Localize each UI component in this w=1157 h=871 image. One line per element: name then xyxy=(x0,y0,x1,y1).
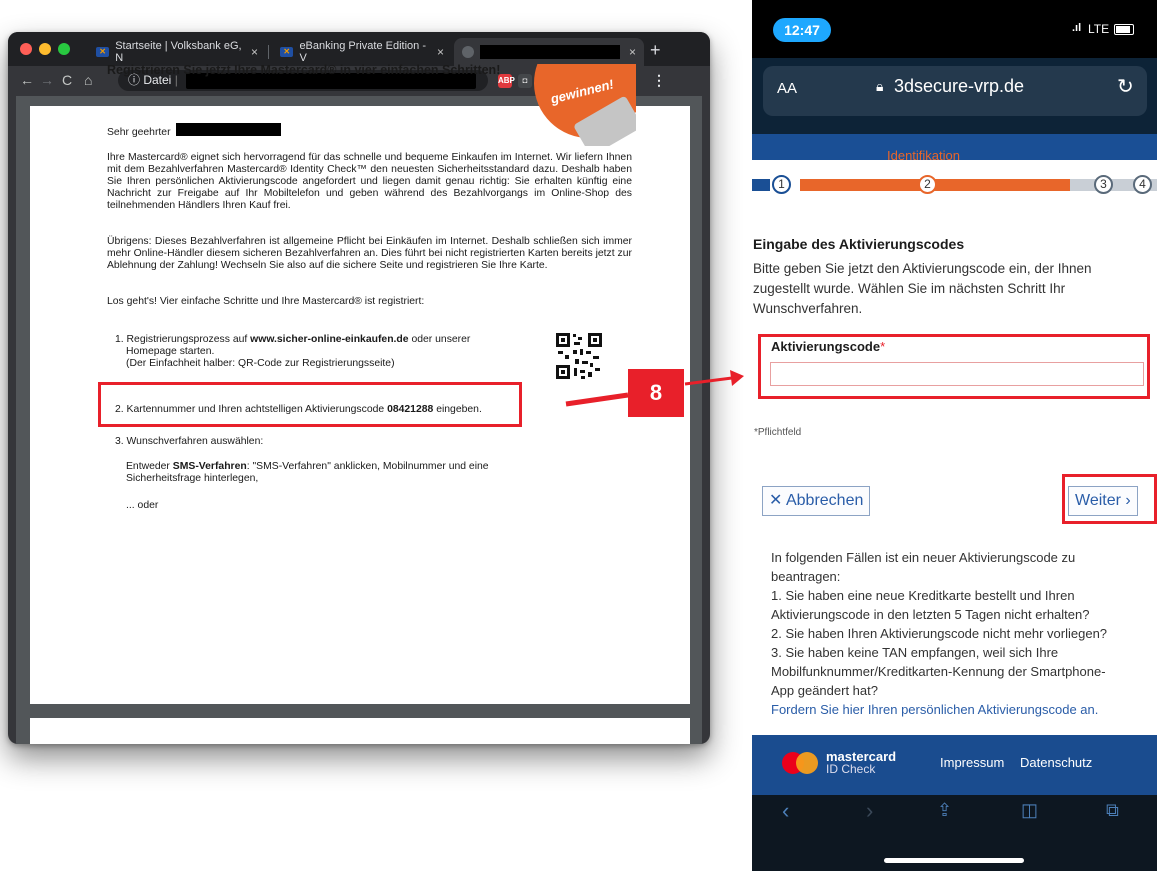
forward-arrow-icon[interactable]: → xyxy=(40,72,54,88)
adblock-extension-icon[interactable]: ABP xyxy=(498,74,515,88)
mastercard-logo-yellow xyxy=(796,752,818,774)
field-label-text: Aktivierungscode xyxy=(771,339,881,354)
step1-text-b: oder unserer xyxy=(411,334,471,345)
safari-domain: 3dsecure-vrp.de xyxy=(894,76,1025,96)
tab-ebanking[interactable]: ✕ eBanking Private Edition - V × xyxy=(272,38,452,66)
tab-close-icon[interactable]: × xyxy=(251,45,258,59)
step3-text-c: Sicherheitsfrage hinterlegen, xyxy=(126,473,259,484)
required-mark: * xyxy=(880,339,886,354)
close-window-button[interactable] xyxy=(20,43,32,55)
doc-paragraph-3: Los geht's! Vier einfache Schritte und I… xyxy=(107,296,425,307)
battery-icon xyxy=(1114,24,1134,35)
mastercard-brand: mastercard ID Check xyxy=(826,750,896,776)
doc-paragraph-2: Übrigens: Dieses Bezahlverfahren ist all… xyxy=(107,236,632,271)
tab-label: Startseite | Volksbank eG, N xyxy=(115,40,242,64)
salutation: Sehr geehrter xyxy=(107,127,171,139)
step-4-circle: 4 xyxy=(1133,175,1152,194)
tab-active[interactable]: × xyxy=(454,38,644,66)
info-line: Aktivierungscode in den letzten 5 Tagen … xyxy=(771,607,1090,622)
salutation-text: Sehr geehrter xyxy=(107,127,171,138)
arrow-to-badge xyxy=(565,392,629,407)
network-label: LTE xyxy=(1088,22,1110,36)
reload-icon[interactable]: C xyxy=(62,72,72,88)
info-list: In folgenden Fällen ist ein neuer Aktivi… xyxy=(771,548,1151,719)
info-line: Mobilfunknummer/Kreditkarten-Kennung der… xyxy=(771,664,1106,679)
step-3-circle: 3 xyxy=(1094,175,1113,194)
field-label: Aktivierungscode* xyxy=(771,339,885,354)
tab-separator xyxy=(268,45,269,59)
section-title: Eingabe des Aktivierungscodes xyxy=(753,236,965,252)
instructions: Bitte geben Sie jetzt den Aktivierungsco… xyxy=(753,261,1092,316)
step-3-or: ... oder xyxy=(126,500,159,511)
info-line: beantragen: xyxy=(771,569,841,584)
step-label: Identifikation xyxy=(887,148,960,163)
step1-text-d: (Der Einfachheit halber: QR-Code zur Reg… xyxy=(126,358,395,369)
share-icon[interactable]: ⇪ xyxy=(937,800,952,821)
doc-paragraph-1: Ihre Mastercard® eignet sich hervorragen… xyxy=(107,152,632,211)
volksbank-favicon-icon: ✕ xyxy=(280,47,294,57)
arrow-head-icon xyxy=(730,370,744,386)
globe-icon xyxy=(462,46,474,58)
maximize-window-button[interactable] xyxy=(58,43,70,55)
info-line: 3. Sie haben keine TAN empfangen, weil s… xyxy=(771,645,1059,660)
step3-text-b: : "SMS-Verfahren" anklicken, Mobilnummer… xyxy=(246,461,489,472)
step-number-badge: 8 xyxy=(628,369,684,417)
request-code-link[interactable]: Fordern Sie hier Ihren persönlichen Akti… xyxy=(771,700,1151,719)
info-line: 2. Sie haben Ihren Aktivierungscode nich… xyxy=(771,626,1108,641)
tab-close-icon[interactable]: × xyxy=(629,45,636,59)
step1-link[interactable]: www.sicher-online-einkaufen.de xyxy=(250,334,408,345)
new-tab-button[interactable]: + xyxy=(650,40,661,61)
step-1-circle: 1 xyxy=(772,175,791,194)
text-size-button[interactable]: AA xyxy=(777,80,797,97)
status-time: 12:47 xyxy=(773,18,831,42)
signal-icon: .ıl xyxy=(1072,22,1082,34)
highlight-step-2 xyxy=(98,382,522,427)
arrow-to-phone xyxy=(684,376,733,386)
bookmarks-icon[interactable]: ◫ xyxy=(1021,800,1038,821)
pdf-page-next xyxy=(30,718,690,744)
activation-code-input[interactable] xyxy=(770,362,1144,386)
tab-close-icon[interactable]: × xyxy=(437,45,444,59)
menu-icon[interactable]: ⋮ xyxy=(652,72,666,89)
lock-icon: 🔒︎ xyxy=(876,78,884,94)
doc-heading: Registrieren Sie jetzt Ihre Mastercard® … xyxy=(107,63,501,77)
sticker: gewinnen! xyxy=(528,64,636,146)
forward-icon[interactable]: › xyxy=(866,798,873,824)
back-arrow-icon[interactable]: ← xyxy=(20,72,34,88)
step-2-circle: 2 xyxy=(918,175,937,194)
step-3-option: Entweder SMS-Verfahren: "SMS-Verfahren" … xyxy=(126,461,546,485)
progress-done xyxy=(752,179,770,191)
tabs-icon[interactable]: ⧉ xyxy=(1106,800,1119,821)
cancel-button[interactable]: ✕ Abbrechen xyxy=(762,486,871,516)
next-button[interactable]: Weiter › xyxy=(1068,486,1138,516)
info-line: 1. Sie haben eine neue Kreditkarte beste… xyxy=(771,588,1075,603)
tab-volksbank[interactable]: ✕ Startseite | Volksbank eG, N × xyxy=(88,38,266,66)
impressum-link[interactable]: Impressum xyxy=(940,755,1004,770)
sms-method: SMS-Verfahren xyxy=(172,461,247,472)
brand-sub: ID Check xyxy=(826,762,876,776)
step-3: 3. Wunschverfahren auswählen: xyxy=(115,436,264,447)
redacted-name xyxy=(176,123,281,136)
required-note: *Pflichtfeld xyxy=(754,427,802,438)
back-icon[interactable]: ‹ xyxy=(782,798,789,824)
info-line: App geändert hat? xyxy=(771,683,878,698)
step1-text: 1. Registrierungsprozess auf xyxy=(115,334,248,345)
volksbank-favicon-icon: ✕ xyxy=(96,47,110,57)
tab-label: eBanking Private Edition - V xyxy=(299,40,427,64)
step3-text: Entweder xyxy=(126,461,170,472)
minimize-window-button[interactable] xyxy=(39,43,51,55)
home-indicator[interactable] xyxy=(884,858,1024,863)
home-icon[interactable]: ⌂ xyxy=(84,72,92,88)
info-line: In folgenden Fällen ist ein neuer Aktivi… xyxy=(771,550,1076,565)
step-1: 1. Registrierungsprozess auf www.sicher-… xyxy=(115,334,535,370)
step1-text-c: Homepage starten. xyxy=(126,346,215,357)
redacted-tab-title xyxy=(480,45,620,59)
datenschutz-link[interactable]: Datenschutz xyxy=(1020,755,1092,770)
reload-icon[interactable]: ↻ xyxy=(1117,74,1134,99)
